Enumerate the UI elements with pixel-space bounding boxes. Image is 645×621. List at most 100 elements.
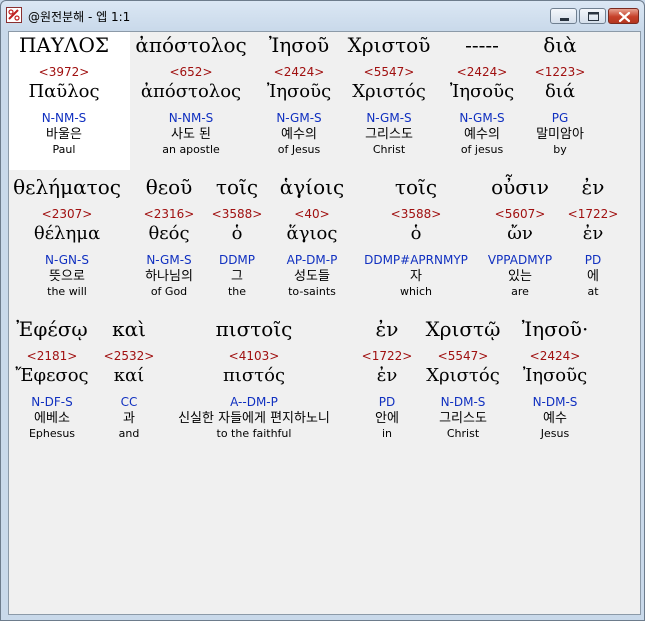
greek-word: Χριστοῦ	[347, 33, 431, 57]
strong-number: <2181>	[26, 349, 78, 363]
greek-word: τοῖς	[394, 175, 438, 199]
word-column[interactable]: τοῖς <3588> ὁ DDMP#APRNMYP 자 which	[357, 174, 475, 299]
lemma-word: ἐν	[376, 365, 398, 386]
korean-gloss: 바울은	[46, 127, 82, 142]
english-gloss: in	[381, 427, 393, 440]
strong-number: <1722>	[567, 207, 619, 221]
greek-word: ΠΑΥΛΟΣ	[18, 33, 110, 57]
korean-gloss: 에	[587, 269, 599, 284]
english-gloss: which	[399, 285, 433, 298]
title-bar[interactable]: @원전분해 - 엡 1:1	[1, 1, 644, 31]
greek-word: θεοῦ	[145, 175, 193, 199]
english-gloss: at	[587, 285, 599, 298]
strong-number: <5607>	[494, 207, 546, 221]
strong-number: <2424>	[529, 349, 581, 363]
lemma-word: ὁ	[231, 223, 243, 244]
english-gloss: of God	[150, 285, 188, 298]
close-icon	[618, 11, 631, 23]
word-column[interactable]: καὶ <2532> καί CC 과 and	[97, 316, 161, 441]
maximize-icon	[588, 12, 599, 21]
word-column[interactable]: Χριστοῦ <5547> Χριστός N-GM-S 그리스도 Chris…	[339, 32, 439, 157]
english-gloss: the	[227, 285, 247, 298]
word-column[interactable]: ἐν <1722> ἐν PD 에 at	[565, 174, 621, 299]
lemma-word: Χριστός	[426, 365, 500, 386]
english-gloss: to the faithful	[216, 427, 292, 440]
lemma-word: ὁ	[410, 223, 422, 244]
lemma-word: Παῦλος	[28, 81, 100, 102]
lemma-word: Χριστός	[352, 81, 426, 102]
lemma-word: Ἰησοῦς	[449, 81, 515, 102]
word-column[interactable]: οὖσιν <5607> ὤν VPPADMYP 있는 are	[473, 174, 567, 299]
lemma-word: ἐν	[582, 223, 604, 244]
parsing-code: N-NM-S	[41, 111, 87, 125]
english-gloss: Ephesus	[28, 427, 76, 440]
strong-number: <5547>	[363, 65, 415, 79]
greek-word: διὰ	[543, 33, 577, 57]
korean-gloss: 사도 된	[170, 127, 211, 142]
greek-word: Χριστῷ	[425, 317, 501, 341]
greek-word: ἁγίοις	[279, 175, 345, 199]
interlinear-view: ΠΑΥΛΟΣ <3972> Παῦλος N-NM-S 바울은 Paul ἀπό…	[8, 31, 641, 615]
korean-gloss: 그리스도	[439, 411, 487, 426]
word-column[interactable]: ἁγίοις <40> ἅγιος AP-DM-P 성도들 to-saints	[267, 174, 357, 299]
english-gloss: of jesus	[460, 143, 504, 156]
korean-gloss: 그리스도	[365, 127, 413, 142]
word-column[interactable]: ἀπόστολος <652> ἀπόστολος N-NM-S 사도 된 an…	[127, 32, 255, 157]
close-button[interactable]	[608, 8, 639, 24]
word-column[interactable]: Ἐφέσῳ <2181> Ἔφεσος N-DF-S 에베소 Ephesus	[9, 316, 95, 441]
greek-word: θελήματος	[13, 175, 121, 199]
korean-gloss: 예수의	[281, 127, 317, 142]
parsing-code: PD	[584, 253, 602, 267]
word-column[interactable]: τοῖς <3588> ὁ DDMP 그 the	[207, 174, 267, 299]
parsing-code: N-GM-S	[276, 111, 322, 125]
word-column[interactable]: ΠΑΥΛΟΣ <3972> Παῦλος N-NM-S 바울은 Paul	[9, 32, 119, 157]
word-column[interactable]: ----- <2424> Ἰησοῦς N-GM-S 예수의 of jesus	[437, 32, 527, 157]
korean-gloss: 예수	[543, 411, 567, 426]
word-column[interactable]: πιστοῖς <4103> πιστός A--DM-P 신실한 자들에게 편…	[159, 316, 349, 441]
korean-gloss: 있는	[508, 269, 532, 284]
greek-word: Ἐφέσῳ	[16, 317, 88, 341]
parsing-code: DDMP#APRNMYP	[364, 253, 468, 267]
parsing-code: N-DM-S	[532, 395, 578, 409]
app-icon[interactable]	[6, 7, 22, 23]
english-gloss: Jesus	[540, 427, 570, 440]
parsing-code: N-GM-S	[459, 111, 505, 125]
greek-word: -----	[465, 33, 499, 57]
greek-word: Ἰησοῦ	[268, 33, 330, 57]
lemma-word: ὤν	[507, 223, 533, 244]
strong-number: <2316>	[143, 207, 195, 221]
strong-number: <5547>	[437, 349, 489, 363]
korean-gloss: 하나님의	[145, 269, 193, 284]
word-column[interactable]: Ἰησοῦ <2424> Ἰησοῦς N-GM-S 예수의 of Jesus	[251, 32, 347, 157]
word-column[interactable]: διὰ <1223> διά PG 말미암아 by	[519, 32, 601, 157]
korean-gloss: 에베소	[34, 411, 70, 426]
english-gloss: of Jesus	[277, 143, 321, 156]
korean-gloss: 말미암아	[536, 127, 584, 142]
lemma-word: θέλημα	[33, 223, 101, 244]
parsing-code: CC	[120, 395, 138, 409]
word-column[interactable]: θεοῦ <2316> θεός N-GM-S 하나님의 of God	[127, 174, 211, 299]
greek-word: ἐν	[581, 175, 605, 199]
greek-word: οὖσιν	[491, 175, 549, 199]
window-title: @원전분해 - 엡 1:1	[28, 10, 131, 24]
parsing-code: VPPADMYP	[487, 253, 553, 267]
parsing-code: N-NM-S	[168, 111, 214, 125]
app-window: @원전분해 - 엡 1:1 ΠΑΥΛΟΣ <3972> Παῦλος N-NM-…	[0, 0, 645, 621]
word-column[interactable]: Χριστῷ <5547> Χριστός N-DM-S 그리스도 Christ	[415, 316, 511, 441]
parsing-code: AP-DM-P	[286, 253, 338, 267]
english-gloss: Paul	[52, 143, 76, 156]
greek-word: πιστοῖς	[215, 317, 293, 341]
word-column[interactable]: Ἰησοῦ· <2424> Ἰησοῦς N-DM-S 예수 Jesus	[509, 316, 601, 441]
word-column[interactable]: ἐν <1722> ἐν PD 안에 in	[355, 316, 419, 441]
minimize-button[interactable]	[550, 8, 577, 24]
parsing-code: A--DM-P	[230, 395, 278, 409]
korean-gloss: 안에	[375, 411, 399, 426]
strong-number: <2424>	[273, 65, 325, 79]
greek-word: ἐν	[375, 317, 399, 341]
parsing-code: N-GM-S	[366, 111, 412, 125]
word-column[interactable]: θελήματος <2307> θέλημα N-GN-S 뜻으로 the w…	[9, 174, 125, 299]
english-gloss: by	[553, 143, 567, 156]
english-gloss: to-saints	[288, 285, 336, 298]
maximize-button[interactable]	[579, 8, 606, 24]
lemma-word: Ἔφεσος	[15, 365, 89, 386]
